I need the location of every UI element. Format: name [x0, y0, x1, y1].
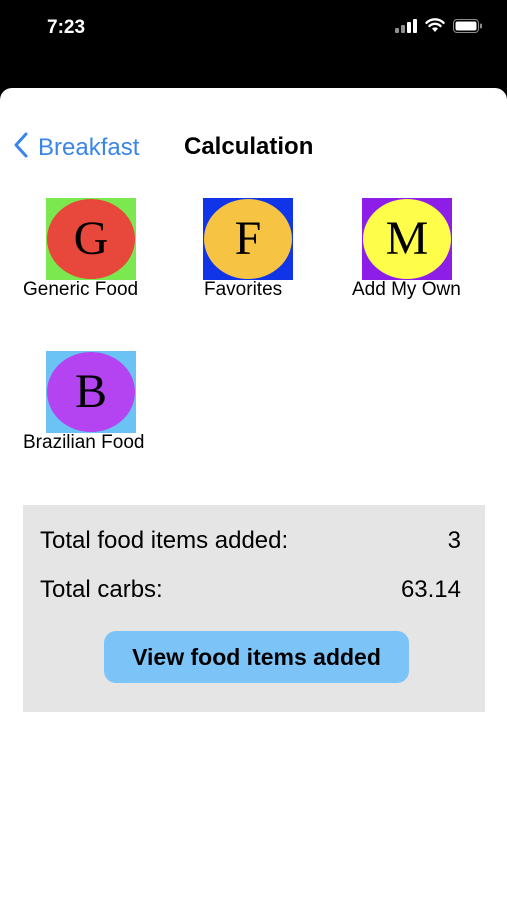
brazilian-food-icon: B: [46, 351, 136, 433]
cellular-signal-icon: [395, 18, 417, 38]
tile-label: Brazilian Food: [23, 432, 145, 453]
status-icons: [395, 18, 483, 38]
main-sheet: Breakfast Calculation G Generic Food F F…: [0, 88, 507, 900]
total-items-row: Total food items added: 3: [40, 527, 461, 555]
total-carbs-value: 63.14: [400, 576, 461, 603]
chevron-left-icon: [14, 132, 28, 163]
tile-letter: F: [204, 199, 292, 279]
tile-label: Favorites: [204, 279, 283, 300]
wifi-icon: [425, 18, 445, 38]
tile-letter: B: [47, 352, 135, 432]
view-food-items-button[interactable]: View food items added: [104, 631, 409, 683]
status-time: 7:23: [47, 17, 86, 38]
total-carbs-row: Total carbs: 63.14: [40, 576, 461, 604]
back-button[interactable]: Breakfast: [14, 132, 139, 163]
summary-panel: Total food items added: 3 Total carbs: 6…: [23, 505, 485, 712]
generic-food-icon: G: [46, 198, 136, 280]
total-items-label: Total food items added:: [40, 527, 289, 554]
page-title: Calculation: [184, 133, 314, 160]
tile-letter: M: [363, 199, 451, 279]
add-my-own-icon: M: [362, 198, 452, 280]
tile-letter: G: [47, 199, 135, 279]
status-bar: 7:23: [0, 0, 507, 88]
favorites-icon: F: [203, 198, 293, 280]
tile-label: Generic Food: [23, 279, 139, 300]
back-button-label: Breakfast: [38, 133, 140, 161]
total-items-value: 3: [447, 527, 461, 554]
total-carbs-label: Total carbs:: [40, 576, 163, 603]
tile-label: Add My Own: [352, 279, 461, 300]
battery-icon: [453, 18, 483, 38]
